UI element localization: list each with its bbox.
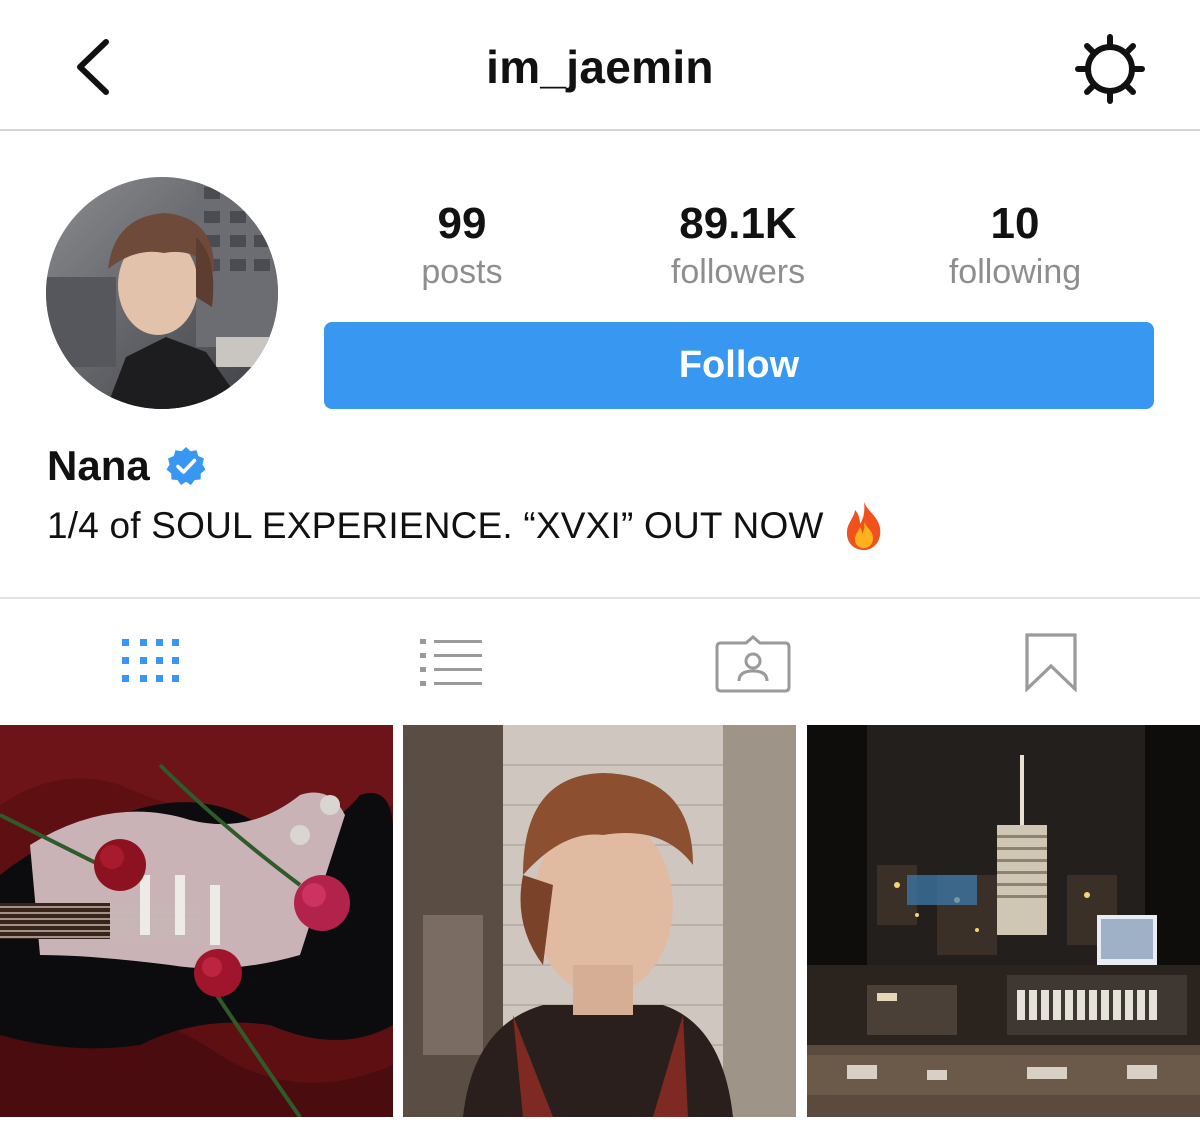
following-count[interactable]: 10 following (895, 196, 1135, 294)
post-thumbnail[interactable] (807, 725, 1200, 1117)
bookmark-icon (1025, 633, 1077, 692)
profile-tab-bar (0, 597, 1200, 723)
profile-name-row: Nana (47, 436, 206, 496)
options-button[interactable] (1074, 33, 1146, 105)
list-icon (420, 639, 482, 686)
post-thumbnail[interactable] (403, 725, 796, 1117)
followers-label: followers (670, 253, 806, 291)
following-number: 10 (990, 199, 1040, 248)
profile-page: im_jaemin 99 posts 89.1K followers 10 fo… (0, 0, 1200, 1127)
profile-bio: 1/4 of SOUL EXPERIENCE. “XVXI” OUT NOW (47, 500, 886, 552)
bio-text: 1/4 of SOUL EXPERIENCE. “XVXI” OUT NOW (47, 505, 824, 546)
post-image (807, 725, 1200, 1117)
post-grid (0, 725, 1200, 1117)
followers-number: 89.1K (679, 199, 797, 248)
tab-tagged[interactable] (600, 599, 900, 725)
display-name: Nana (47, 442, 150, 489)
posts-label: posts (421, 253, 503, 291)
gear-icon (1075, 34, 1145, 104)
tab-grid[interactable] (0, 599, 300, 725)
profile-username-title: im_jaemin (486, 41, 714, 93)
grid-icon (122, 639, 179, 682)
post-image (0, 725, 393, 1117)
following-label: following (948, 253, 1082, 291)
post-image (403, 725, 796, 1117)
tagged-person-icon (715, 635, 791, 693)
posts-count: 99 posts (342, 196, 582, 294)
verified-badge-icon (166, 447, 206, 485)
follow-button[interactable]: Follow (324, 322, 1154, 409)
top-nav-bar: im_jaemin (0, 0, 1200, 131)
followers-count[interactable]: 89.1K followers (618, 196, 858, 294)
avatar-photo (46, 177, 278, 409)
post-thumbnail[interactable] (0, 725, 393, 1117)
posts-number: 99 (437, 199, 487, 248)
tab-saved[interactable] (900, 599, 1200, 725)
profile-avatar[interactable] (46, 177, 278, 409)
tab-list[interactable] (300, 599, 600, 725)
fire-emoji-icon (846, 502, 880, 550)
